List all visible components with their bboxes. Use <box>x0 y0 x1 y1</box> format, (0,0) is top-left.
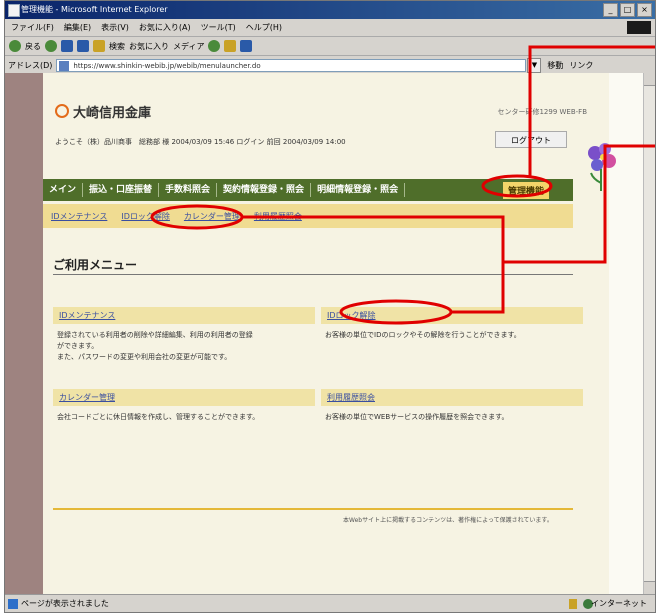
subnav-history[interactable]: 利用履歴照会 <box>254 211 302 222</box>
card-desc-line: ができます。 <box>57 342 99 350</box>
back-button[interactable]: 戻る <box>25 41 41 52</box>
footer-divider <box>53 508 573 510</box>
forward-icon[interactable] <box>45 40 57 52</box>
menu-divider <box>53 274 573 275</box>
page-content: 大崎信用金庫 センター研修1299 WEB-FB ようこそ（株）品川商事 総務部… <box>43 73 609 594</box>
print-icon[interactable] <box>240 40 253 52</box>
refresh-icon[interactable] <box>77 40 89 52</box>
card-history: 利用履歴照会 お客様の単位でWEBサービスの操作履歴を照会できます。 <box>321 389 583 423</box>
search-button[interactable]: 検索 <box>109 41 125 52</box>
bank-logo-icon <box>55 104 69 118</box>
card-description: 会社コードごとに休日情報を作成し、管理することができます。 <box>53 412 315 423</box>
card-id-unlock: IDロック解除 お客様の単位でIDのロックやその解除を行うことができます。 <box>321 307 583 341</box>
media-button[interactable]: メディア <box>173 41 204 52</box>
ie-icon <box>8 4 20 17</box>
favorites-button[interactable]: お気に入り <box>129 41 169 52</box>
card-description: お客様の単位でIDのロックやその解除を行うことができます。 <box>321 330 583 341</box>
address-label: アドレス(D) <box>8 60 53 70</box>
center-info: センター研修1299 WEB-FB <box>497 108 587 116</box>
nav-admin-tab[interactable]: 管理機能 <box>503 182 550 199</box>
welcome-message: ようこそ（株）品川商事 総務部 様 2004/03/09 15:46 ログイン … <box>55 138 346 146</box>
address-input[interactable]: https://www.shinkin-webib.jp/webib/menul… <box>56 58 527 72</box>
flower-decoration-icon <box>588 143 616 191</box>
menu-tools[interactable]: ツール(T) <box>201 19 236 36</box>
card-title-link[interactable]: IDロック解除 <box>321 307 583 324</box>
status-bar: ページが表示されました インターネット <box>5 594 655 612</box>
page-icon <box>59 60 70 71</box>
status-text: ページが表示されました <box>21 599 109 608</box>
menu-title: ご利用メニュー <box>53 258 138 272</box>
address-url: https://www.shinkin-webib.jp/webib/menul… <box>73 61 261 70</box>
menu-bar: ファイル(F) 編集(E) 表示(V) お気に入り(A) ツール(T) ヘルプ(… <box>5 19 655 37</box>
nav-fees[interactable]: 手数料照会 <box>159 183 218 197</box>
subnav-id-unlock[interactable]: IDロック解除 <box>121 211 170 222</box>
menu-view[interactable]: 表示(V) <box>101 19 129 36</box>
address-dropdown-button[interactable]: ▼ <box>527 57 542 73</box>
main-nav: メイン 振込・口座振替 手数料照会 契約情報登録・照会 明細情報登録・照会 管理… <box>43 179 573 201</box>
card-id-maintenance: IDメンテナンス 登録されている利用者の削除や詳細編集、利用の利用者の登録 がで… <box>53 307 315 363</box>
menu-help[interactable]: ヘルプ(H) <box>246 19 282 36</box>
subnav-id-maintenance[interactable]: IDメンテナンス <box>51 211 107 222</box>
nav-main[interactable]: メイン <box>43 183 84 197</box>
scroll-down-button[interactable] <box>644 581 655 594</box>
left-band <box>5 73 43 594</box>
toolbar: 戻る 検索 お気に入り メディア <box>5 37 655 56</box>
nav-statement[interactable]: 明細情報登録・照会 <box>311 183 406 197</box>
sub-nav: IDメンテナンス IDロック解除 カレンダー管理 利用履歴照会 <box>43 204 573 228</box>
menu-file[interactable]: ファイル(F) <box>11 19 54 36</box>
home-icon[interactable] <box>93 40 105 52</box>
card-description: お客様の単位でWEBサービスの操作履歴を照会できます。 <box>321 412 583 423</box>
card-desc-line: 登録されている利用者の削除や詳細編集、利用の利用者の登録 <box>57 331 253 339</box>
card-calendar: カレンダー管理 会社コードごとに休日情報を作成し、管理することができます。 <box>53 389 315 423</box>
menu-favorites[interactable]: お気に入り(A) <box>139 19 191 36</box>
card-desc-line: お客様の単位でWEBサービスの操作履歴を照会できます。 <box>325 413 509 421</box>
vertical-scrollbar[interactable] <box>643 73 655 594</box>
nav-contract[interactable]: 契約情報登録・照会 <box>217 183 312 197</box>
card-desc-line: 会社コードごとに休日情報を作成し、管理することができます。 <box>57 413 260 421</box>
card-title-link[interactable]: 利用履歴照会 <box>321 389 583 406</box>
subnav-calendar[interactable]: カレンダー管理 <box>184 211 240 222</box>
ssl-lock-icon <box>569 599 577 609</box>
window-title: 管理機能 - Microsoft Internet Explorer <box>21 5 168 14</box>
status-page-icon <box>8 599 18 609</box>
page-viewport: 大崎信用金庫 センター研修1299 WEB-FB ようこそ（株）品川商事 総務部… <box>5 73 645 594</box>
copyright-note: 本Webサイト上に掲載するコンテンツは、著作権によって保護されています。 <box>343 517 553 524</box>
scroll-up-button[interactable] <box>644 73 655 86</box>
mail-icon[interactable] <box>224 40 237 52</box>
card-description: 登録されている利用者の削除や詳細編集、利用の利用者の登録 ができます。 また、パ… <box>53 330 315 363</box>
card-title-link[interactable]: カレンダー管理 <box>53 389 315 406</box>
menu-edit[interactable]: 編集(E) <box>64 19 91 36</box>
back-icon[interactable] <box>9 40 21 52</box>
go-button[interactable]: 移動 <box>547 60 563 71</box>
card-desc-line: また、パスワードの変更や利用会社の変更が可能です。 <box>57 353 232 361</box>
close-button[interactable]: × <box>637 3 652 17</box>
stop-icon[interactable] <box>61 40 73 52</box>
maximize-button[interactable]: □ <box>620 3 635 17</box>
title-bar: 管理機能 - Microsoft Internet Explorer _ □ × <box>5 1 655 19</box>
history-icon[interactable] <box>208 40 221 52</box>
card-title-link[interactable]: IDメンテナンス <box>53 307 315 324</box>
windows-logo-icon <box>627 21 651 34</box>
browser-window: 管理機能 - Microsoft Internet Explorer _ □ ×… <box>4 0 656 613</box>
nav-transfer[interactable]: 振込・口座振替 <box>83 183 160 197</box>
security-zone: インターネット <box>591 599 647 608</box>
minimize-button[interactable]: _ <box>603 3 618 17</box>
links-button[interactable]: リンク <box>569 60 593 71</box>
bank-name: 大崎信用金庫 <box>73 106 152 121</box>
card-desc-line: お客様の単位でIDのロックやその解除を行うことができます。 <box>325 331 521 339</box>
logout-button[interactable]: ログアウト <box>495 131 567 148</box>
